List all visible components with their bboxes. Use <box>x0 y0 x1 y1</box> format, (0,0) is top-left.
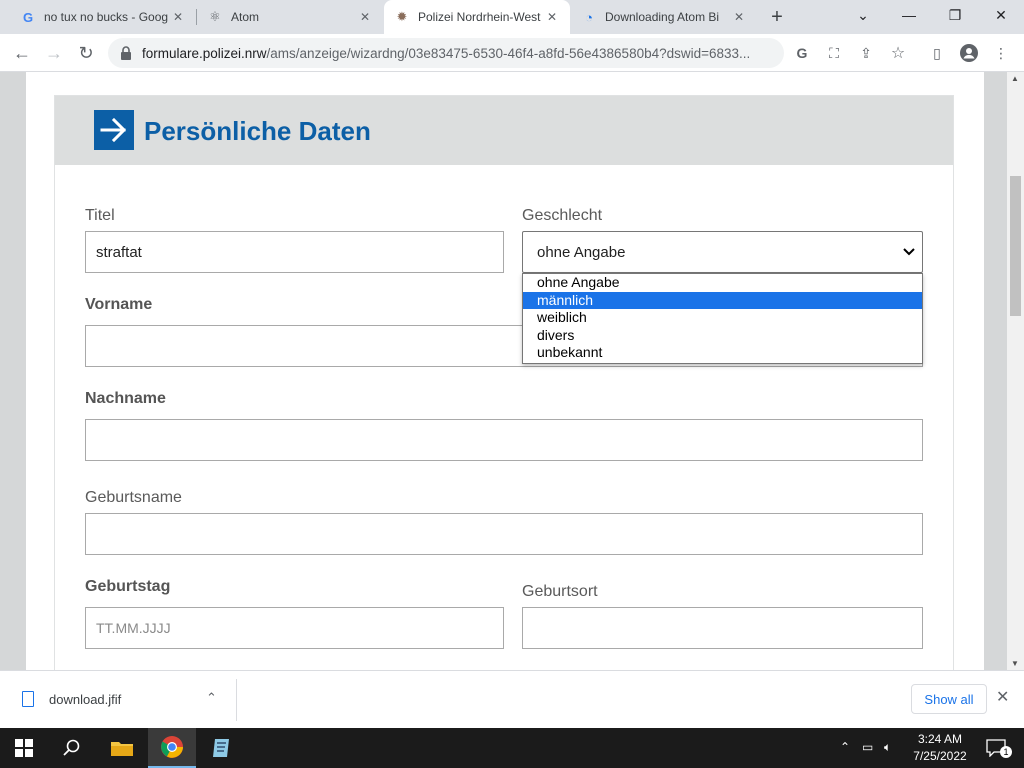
atom-download-icon: ◔ <box>585 9 593 25</box>
geschlecht-label: Geschlecht <box>522 207 603 224</box>
minimize-button[interactable]: — <box>886 0 932 30</box>
close-icon[interactable]: ✕ <box>170 9 186 25</box>
lock-icon[interactable] <box>120 46 134 60</box>
tab-atom-download[interactable]: ◔ Downloading Atom Bi ✕ <box>571 0 757 34</box>
taskbar-clock[interactable]: 3:24 AM 7/25/2022 <box>905 731 975 765</box>
menu-kebab-icon[interactable]: ⋮ <box>990 42 1012 64</box>
section-title: Persönliche Daten <box>144 116 371 146</box>
close-icon[interactable]: ✕ <box>996 687 1009 707</box>
clock-time: 3:24 AM <box>917 732 963 746</box>
dropdown-option-highlighted[interactable]: männlich <box>523 291 922 310</box>
profile-icon[interactable] <box>958 42 980 64</box>
vorname-label: Vorname <box>85 296 153 313</box>
chevron-up-icon[interactable]: ⌃ <box>206 690 217 706</box>
atom-icon: ⚛ <box>209 9 221 24</box>
download-file-name: download.jfif <box>49 692 122 707</box>
bookmark-star-icon[interactable]: ☆ <box>887 42 909 64</box>
geburtsname-input[interactable] <box>85 513 923 555</box>
page-scrollbar[interactable]: ▲ ▼ <box>1007 72 1024 670</box>
scroll-up-icon[interactable]: ▲ <box>1011 74 1019 83</box>
chrome-icon[interactable] <box>148 728 196 768</box>
dropdown-option[interactable]: divers <box>523 327 922 345</box>
volume-icon[interactable]: 🔈︎ <box>884 740 891 755</box>
new-tab-button[interactable]: + <box>764 5 790 29</box>
browser-toolbar: ← → ↻ formulare.polizei.nrw/ams/anzeige/… <box>0 34 1024 72</box>
tab-polizei[interactable]: ✹ Polizei Nordrhein-West ✕ <box>384 0 570 34</box>
back-button[interactable]: ← <box>9 40 35 66</box>
geburtstag-placeholder: TT.MM.JJJJ <box>96 620 171 636</box>
close-icon[interactable]: ✕ <box>731 9 747 25</box>
translate-icon[interactable]: ⛶ <box>823 42 845 64</box>
chevron-down-icon <box>903 248 915 256</box>
address-bar[interactable]: formulare.polizei.nrw/ams/anzeige/wizard… <box>108 38 784 68</box>
dropdown-option[interactable]: unbekannt <box>523 344 922 362</box>
dropdown-option[interactable]: weiblich <box>523 309 922 327</box>
page-viewport: ▲ ▼ Persönliche Daten Titel straftat Ges… <box>0 72 1024 670</box>
windows-taskbar: ⌃ ▭ 🔈︎ 3:24 AM 7/25/2022 1 <box>0 728 1024 768</box>
google-g-icon: G <box>22 9 34 25</box>
geburtsort-input[interactable] <box>522 607 923 649</box>
side-panel-icon[interactable]: ▯ <box>926 42 948 64</box>
close-icon[interactable]: ✕ <box>357 9 373 25</box>
titel-value: straftat <box>96 243 142 261</box>
tab-google-search[interactable]: G no tux no bucks - Goog ✕ <box>10 0 196 34</box>
titel-label: Titel <box>85 207 115 224</box>
tab-title: no tux no bucks - Goog <box>44 10 169 24</box>
tab-search-button[interactable]: ⌄ <box>840 0 886 30</box>
share-icon[interactable]: ⇪ <box>855 42 877 64</box>
close-window-button[interactable]: ✕ <box>978 0 1024 30</box>
windows-start-icon[interactable] <box>0 728 48 768</box>
geburtstag-input[interactable]: TT.MM.JJJJ <box>85 607 504 649</box>
form-card: Persönliche Daten <box>54 95 954 670</box>
download-item[interactable]: download.jfif ⌃ <box>0 679 237 721</box>
arrow-right-icon <box>94 110 134 150</box>
notification-icon[interactable]: 1 <box>976 728 1016 768</box>
tab-title: Downloading Atom Bi <box>605 10 720 24</box>
geburtstag-label: Geburtstag <box>85 578 171 595</box>
close-icon[interactable]: ✕ <box>544 9 560 25</box>
chevron-up-icon[interactable]: ⌃ <box>840 740 850 754</box>
restore-button[interactable]: ❐ <box>932 0 978 30</box>
geburtsname-label: Geburtsname <box>85 489 182 506</box>
notepad-app-icon[interactable] <box>198 728 246 768</box>
tab-atom[interactable]: ⚛ Atom ✕ <box>197 0 383 34</box>
section-header: Persönliche Daten <box>55 96 953 165</box>
show-all-button[interactable]: Show all <box>911 684 987 714</box>
google-lens-icon[interactable]: G <box>791 42 813 64</box>
network-icon[interactable]: ▭ <box>862 740 873 754</box>
nachname-label: Nachname <box>85 390 166 407</box>
tab-strip: G no tux no bucks - Goog ✕ ⚛ Atom ✕ ✹ Po… <box>0 0 1024 34</box>
geschlecht-selected-value: ohne Angabe <box>537 243 626 261</box>
tab-title: Atom <box>231 10 260 24</box>
forward-button[interactable]: → <box>41 40 67 66</box>
geschlecht-dropdown-list[interactable]: ohne Angabe männlich weiblich divers unb… <box>522 273 923 364</box>
reload-button[interactable]: ↻ <box>73 40 99 66</box>
clock-date: 7/25/2022 <box>913 749 967 763</box>
scrollbar-thumb[interactable] <box>1010 176 1021 316</box>
titel-input[interactable]: straftat <box>85 231 504 273</box>
dropdown-option[interactable]: ohne Angabe <box>523 274 922 292</box>
url-text: formulare.polizei.nrw/ams/anzeige/wizard… <box>142 45 751 61</box>
search-icon[interactable] <box>48 728 96 768</box>
scroll-down-icon[interactable]: ▼ <box>1011 659 1019 668</box>
file-explorer-icon[interactable] <box>98 728 146 768</box>
geschlecht-select[interactable]: ohne Angabe <box>522 231 923 273</box>
notification-badge: 1 <box>1000 746 1012 758</box>
download-bar: download.jfif ⌃ Show all ✕ <box>0 670 1024 728</box>
tab-title: Polizei Nordrhein-West <box>418 10 541 24</box>
file-icon <box>22 691 34 707</box>
geburtsort-label: Geburtsort <box>522 583 598 600</box>
nachname-input[interactable] <box>85 419 923 461</box>
police-star-icon: ✹ <box>396 9 408 24</box>
